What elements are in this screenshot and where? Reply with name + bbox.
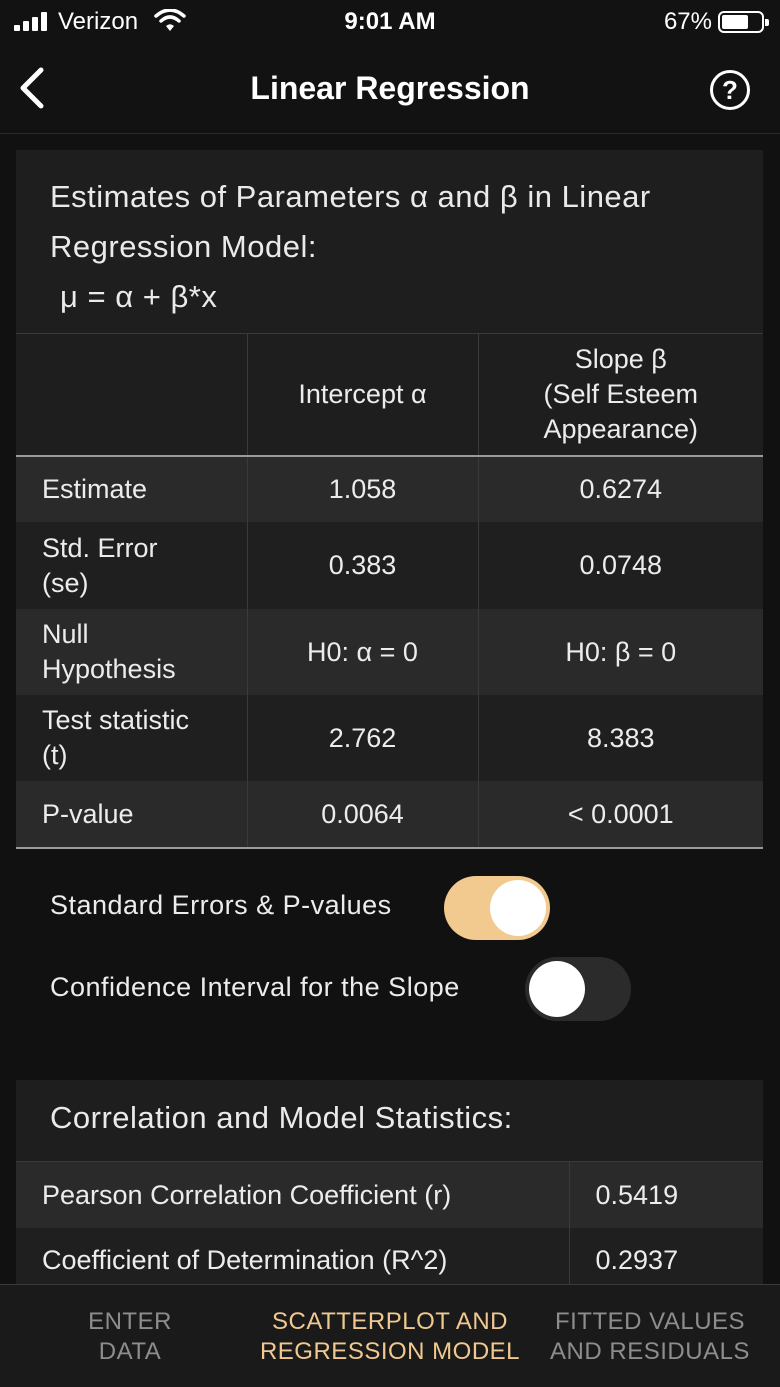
row-label-line1: Test statistic [42,705,190,735]
row-label-line2: (t) [42,740,68,770]
table-row: Null Hypothesis H0: α = 0 H0: β = 0 [16,609,763,695]
table-row: Pearson Correlation Coefficient (r) 0.54… [16,1162,763,1228]
tab-label-line1: SCATTERPLOT AND [272,1308,508,1335]
page-title: Linear Regression [250,70,530,106]
row-label-line1: Std. Error [42,532,158,563]
correlation-table: Pearson Correlation Coefficient (r) 0.54… [16,1162,763,1284]
row-label: Std. Error (se) [16,522,248,609]
correlation-title: Correlation and Model Statistics: [16,1080,763,1162]
row-label: Null Hypothesis [16,609,248,695]
confidence-interval-toggle[interactable] [525,957,631,1021]
tab-label-line2: REGRESSION MODEL [259,1338,521,1365]
correlation-card: Correlation and Model Statistics: Pearso… [16,1080,763,1284]
tab-label-line1: FITTED VALUES [554,1308,746,1335]
estimates-table: Intercept α Slope β (Self Esteem Appeara… [16,334,763,849]
help-icon[interactable]: ? [710,70,750,110]
slope-value: 8.383 [586,722,655,753]
header-empty [16,334,248,457]
tab-enter-data[interactable]: ENTER DATA [40,1307,220,1367]
estimates-title-line1: Estimates of Parameters α and β in Linea… [50,179,651,214]
estimates-title-line2: Regression Model: [50,229,317,264]
header-intercept: Intercept α [247,334,479,457]
table-header-row: Intercept α Slope β (Self Esteem Appeara… [16,334,763,457]
intercept-value: H0: α = 0 [247,609,479,695]
stat-value: 0.2937 [568,1228,763,1284]
tab-scatterplot-regression[interactable]: SCATTERPLOT AND REGRESSION MODEL [250,1307,530,1367]
row-label-line2: (se) [42,567,89,598]
intercept-value: 0.383 [247,522,479,609]
row-label: P-value [16,781,248,849]
stat-label: Pearson Correlation Coefficient (r) [16,1162,570,1228]
std-errors-toggle[interactable] [444,876,550,940]
header-slope-line2: (Self Esteem [543,379,699,409]
header-slope-line3: Appearance) [543,414,699,444]
header-slope: Slope β (Self Esteem Appearance) [478,334,763,457]
header-slope-line1: Slope β [574,344,667,374]
battery-percent: 67% [663,8,712,35]
row-label-line1: Null [42,619,89,649]
tab-label-line1: ENTER [88,1308,172,1335]
stat-value: 0.5419 [568,1162,763,1228]
tab-label-line2: DATA [98,1338,162,1365]
toggle-knob [529,961,585,1017]
stat-label: Coefficient of Determination (R^2) [16,1228,570,1284]
row-label: Test statistic (t) [16,695,248,781]
intercept-value: 2.762 [247,695,479,781]
bottom-tab-bar: ENTER DATA SCATTERPLOT AND REGRESSION MO… [0,1284,780,1387]
toggle-label-confidence-interval: Confidence Interval for the Slope [50,972,460,1002]
table-row: Coefficient of Determination (R^2) 0.293… [16,1228,763,1284]
estimates-header: Estimates of Parameters α and β in Linea… [16,150,763,334]
table-row: Estimate 1.058 0.6274 [16,456,763,522]
main-content[interactable]: Estimates of Parameters α and β in Linea… [0,134,780,1284]
table-row: P-value 0.0064 < 0.0001 [16,781,763,849]
slope-value: H0: β = 0 [565,636,677,667]
slope-value: 0.0748 [579,550,663,580]
slope-value: 0.6274 [579,474,663,504]
toggle-knob [490,880,546,936]
table-row: Test statistic (t) 2.762 8.383 [16,695,763,781]
intercept-value: 1.058 [247,456,479,522]
navigation-bar: Linear Regression ? [0,44,780,134]
battery-icon [718,11,769,33]
row-label-line2: Hypothesis [42,654,176,684]
status-bar: Verizon 9:01 AM 67% [0,0,780,44]
row-label: Estimate [16,456,248,522]
tab-label-line2: AND RESIDUALS [550,1338,750,1365]
estimates-card: Estimates of Parameters α and β in Linea… [16,150,763,849]
slope-value: < 0.0001 [478,781,763,849]
tab-fitted-values-residuals[interactable]: FITTED VALUES AND RESIDUALS [540,1307,760,1367]
table-row: Std. Error (se) 0.383 0.0748 [16,522,763,609]
regression-formula: μ = α + β*x [60,279,218,314]
intercept-value: 0.0064 [247,781,479,849]
toggle-label-std-errors: Standard Errors & P-values [50,890,392,920]
